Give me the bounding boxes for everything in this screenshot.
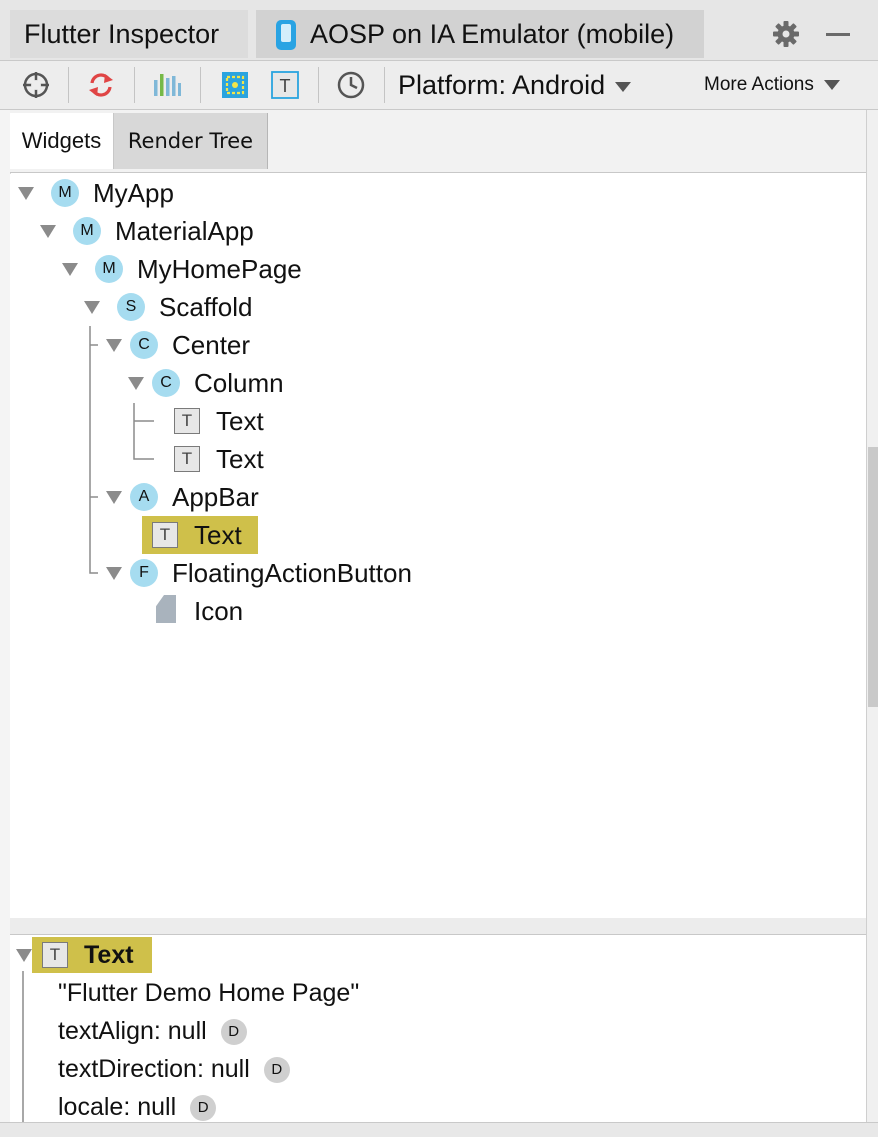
- tree-node-text[interactable]: T Text: [174, 403, 374, 439]
- node-label: Scaffold: [159, 292, 253, 322]
- property-text: locale: null: [58, 1093, 177, 1121]
- node-label: MyHomePage: [137, 254, 302, 284]
- property-row[interactable]: "Flutter Demo Home Page": [58, 975, 359, 1011]
- tab-render-tree[interactable]: Render Tree: [114, 113, 268, 169]
- node-label: Center: [172, 330, 251, 360]
- tree-node-floatingactionbutton[interactable]: F FloatingActionButton: [106, 555, 506, 591]
- details-guide-line: [22, 971, 24, 1136]
- tree-node-myhomepage[interactable]: M MyHomePage: [62, 251, 362, 287]
- widget-badge-icon: C: [152, 369, 180, 397]
- view-tabs: Widgets Render Tree: [10, 110, 866, 173]
- details-title-label: Text: [84, 941, 134, 969]
- property-row[interactable]: textAlign: null D: [58, 1013, 247, 1049]
- widget-badge-icon: M: [51, 179, 79, 207]
- text-widget-icon: T: [174, 446, 200, 472]
- default-badge-icon: D: [190, 1095, 217, 1122]
- toolbar-separator: [134, 67, 135, 103]
- tree-node-scaffold[interactable]: S Scaffold: [84, 289, 384, 325]
- chevron-down-icon: [615, 81, 632, 92]
- widget-badge-icon: M: [73, 217, 101, 245]
- target-icon[interactable]: [21, 70, 51, 100]
- details-title[interactable]: T Text: [42, 937, 162, 973]
- tree-node-myapp[interactable]: M MyApp: [18, 175, 318, 211]
- widget-badge-icon: S: [117, 293, 145, 321]
- toolbar-separator: [200, 67, 201, 103]
- svg-text:T: T: [280, 76, 291, 96]
- collapse-triangle-icon[interactable]: [84, 301, 100, 314]
- property-row[interactable]: locale: null D: [58, 1089, 217, 1125]
- more-actions-dropdown[interactable]: More Actions: [704, 67, 840, 103]
- panel-splitter[interactable]: [10, 918, 866, 935]
- collapse-triangle-icon[interactable]: [106, 567, 122, 580]
- clock-icon[interactable]: [336, 70, 366, 100]
- tree-node-icon[interactable]: Icon: [156, 593, 356, 629]
- collapse-triangle-icon[interactable]: [106, 339, 122, 352]
- tool-window-header: Flutter Inspector AOSP on IA Emulator (m…: [0, 0, 878, 61]
- collapse-triangle-icon[interactable]: [40, 225, 56, 238]
- property-text: textDirection: null: [58, 1055, 250, 1083]
- tree-node-center[interactable]: C Center: [106, 327, 406, 363]
- refresh-icon[interactable]: [86, 70, 116, 100]
- toolbar-separator: [384, 67, 385, 103]
- platform-label: Platform: Android: [398, 70, 606, 100]
- tab-emulator[interactable]: AOSP on IA Emulator (mobile): [256, 10, 704, 58]
- tab-widgets[interactable]: Widgets: [10, 113, 114, 169]
- default-badge-icon: D: [220, 1019, 247, 1046]
- widget-badge-icon: F: [130, 559, 158, 587]
- tree-node-column[interactable]: C Column: [128, 365, 428, 401]
- platform-dropdown[interactable]: Platform: Android: [398, 67, 632, 103]
- tab-flutter-inspector[interactable]: Flutter Inspector: [10, 10, 248, 58]
- string-value: "Flutter Demo Home Page": [58, 979, 360, 1007]
- default-badge-icon: D: [263, 1057, 290, 1084]
- widget-badge-icon: M: [95, 255, 123, 283]
- phone-icon: [276, 20, 296, 50]
- minimize-icon[interactable]: [826, 33, 850, 36]
- node-label: AppBar: [172, 482, 259, 512]
- widget-badge-icon: A: [130, 483, 158, 511]
- text-widget-icon: T: [174, 408, 200, 434]
- text-widget-icon: T: [152, 522, 178, 548]
- toolbar-separator: [68, 67, 69, 103]
- tree-node-appbar[interactable]: A AppBar: [106, 479, 406, 515]
- select-widget-icon[interactable]: [220, 70, 250, 100]
- widget-badge-icon: C: [130, 331, 158, 359]
- node-label: Text: [216, 444, 264, 474]
- horizontal-scrollbar[interactable]: [0, 1122, 878, 1137]
- tab-emulator-label: AOSP on IA Emulator (mobile): [310, 19, 675, 49]
- more-actions-label: More Actions: [704, 74, 814, 95]
- tree-node-text[interactable]: T Text: [174, 441, 374, 477]
- collapse-triangle-icon[interactable]: [18, 187, 34, 200]
- collapse-triangle-icon[interactable]: [106, 491, 122, 504]
- performance-icon[interactable]: [152, 70, 182, 100]
- node-label: FloatingActionButton: [172, 558, 412, 588]
- toolbar-separator: [318, 67, 319, 103]
- widget-tree: M MyApp M MaterialApp M MyHomePage S Sca…: [10, 174, 866, 918]
- node-label: MyApp: [93, 178, 174, 208]
- property-row[interactable]: textDirection: null D: [58, 1051, 290, 1087]
- node-label: MaterialApp: [115, 216, 254, 246]
- properties-panel: T Text "Flutter Demo Home Page" textAlig…: [10, 935, 866, 1136]
- document-icon: [156, 595, 176, 623]
- gear-icon[interactable]: [772, 20, 800, 48]
- collapse-triangle-icon[interactable]: [62, 263, 78, 276]
- text-widget-icon: T: [42, 942, 68, 968]
- collapse-triangle-icon[interactable]: [16, 949, 32, 962]
- node-label: Column: [194, 368, 284, 398]
- tree-node-materialapp[interactable]: M MaterialApp: [40, 213, 340, 249]
- property-text: textAlign: null: [58, 1017, 207, 1045]
- tree-node-text-selected[interactable]: T Text: [152, 517, 272, 553]
- node-label: Icon: [194, 596, 244, 626]
- scrollbar-thumb[interactable]: [868, 447, 878, 707]
- node-label: Text: [216, 406, 264, 436]
- node-label: Text: [194, 520, 242, 550]
- text-icon[interactable]: T: [270, 70, 300, 100]
- inspector-toolbar: T Platform: Android More Actions: [0, 61, 878, 110]
- collapse-triangle-icon[interactable]: [128, 377, 144, 390]
- chevron-down-icon: [823, 79, 840, 90]
